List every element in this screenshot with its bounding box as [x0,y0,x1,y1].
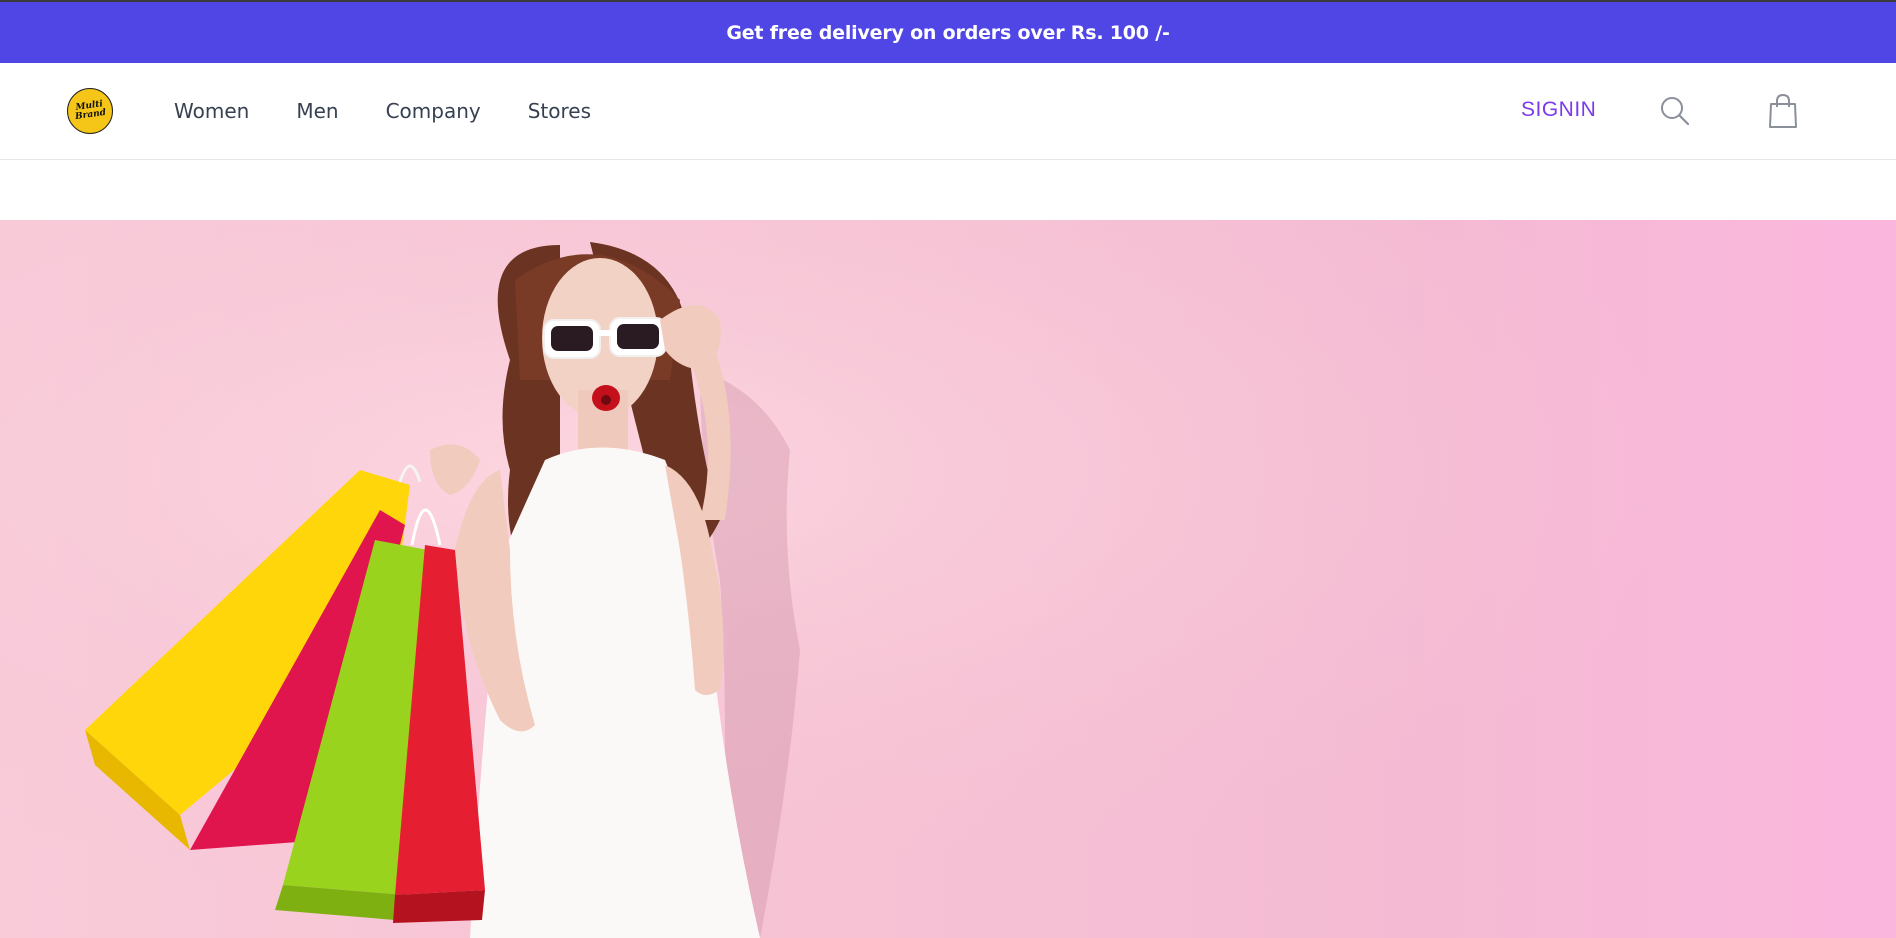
hero-image [0,220,1896,938]
promo-banner: Get free delivery on orders over Rs. 100… [0,2,1896,63]
shopping-bag-icon [1769,93,1797,128]
nav-links: Women Men Company Stores [174,63,638,159]
search-button[interactable] [1659,95,1691,127]
nav-link-men[interactable]: Men [296,99,338,123]
search-icon [1661,97,1690,126]
header-spacer [0,160,1896,220]
promo-text: Get free delivery on orders over Rs. 100… [726,21,1170,44]
signin-link[interactable]: SIGNIN [1521,98,1596,122]
cart-button[interactable] [1767,93,1799,129]
main-navbar: Multi Brand Women Men Company Stores SIG… [0,63,1896,160]
nav-link-women[interactable]: Women [174,99,249,123]
hero-banner [0,220,1896,938]
nav-link-stores[interactable]: Stores [528,99,591,123]
logo-text: Multi Brand [74,99,107,123]
nav-link-company[interactable]: Company [386,99,481,123]
brand-logo[interactable]: Multi Brand [67,88,113,134]
